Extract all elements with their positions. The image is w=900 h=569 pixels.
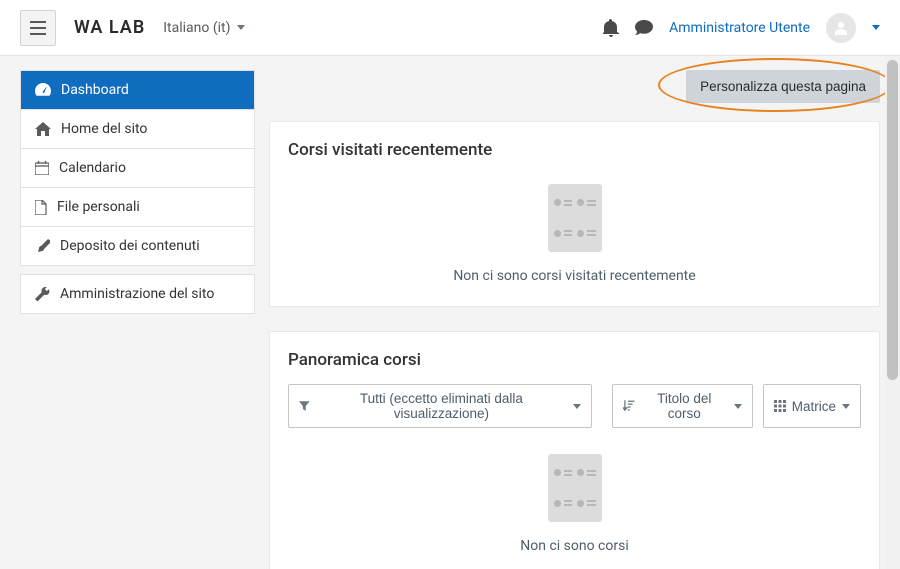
sidebar-item-label: Dashboard (61, 82, 129, 98)
menu-toggle-button[interactable] (20, 10, 56, 46)
sidebar-item-admin[interactable]: Amministrazione del sito (21, 275, 254, 314)
overview-empty: Non ci sono corsi (520, 538, 628, 554)
sidebar-item-dashboard[interactable]: Dashboard (21, 71, 254, 110)
overview-filter-button[interactable]: Tutti (eccetto eliminati dalla visualizz… (288, 384, 592, 428)
empty-placeholder-icon (548, 454, 602, 522)
customize-page-button[interactable]: Personalizza questa pagina (686, 70, 880, 103)
filter-all-label: Tutti (eccetto eliminati dalla visualizz… (316, 391, 568, 421)
user-name-link[interactable]: Amministratore Utente (669, 20, 810, 36)
scrollbar-thumb[interactable] (887, 60, 898, 380)
course-overview-title: Panoramica corsi (288, 350, 861, 370)
language-select[interactable]: Italiano (it) (163, 20, 244, 36)
sidebar-item-label: File personali (57, 199, 140, 215)
sidebar-item-label: Amministrazione del sito (60, 286, 214, 302)
recent-courses-empty: Non ci sono corsi visitati recentemente (453, 268, 695, 284)
recent-courses-title: Corsi visitati recentemente (288, 140, 861, 160)
chevron-down-icon (573, 404, 581, 409)
hamburger-icon (30, 21, 46, 35)
sidebar-item-label: Home del sito (61, 121, 147, 137)
bell-icon[interactable] (603, 19, 619, 37)
user-icon (832, 19, 850, 37)
user-menu-caret[interactable] (872, 25, 880, 30)
tachometer-icon (35, 83, 51, 97)
filter-icon (299, 401, 310, 412)
home-icon (35, 122, 51, 136)
sidebar-item-files[interactable]: File personali (21, 188, 254, 227)
language-label: Italiano (it) (163, 20, 230, 36)
sidebar-item-calendar[interactable]: Calendario (21, 149, 254, 188)
sidebar-item-home[interactable]: Home del sito (21, 110, 254, 149)
overview-sort-button[interactable]: Titolo del corso (612, 384, 752, 428)
course-overview-card: Panoramica corsi Tutti (eccetto eliminat… (269, 331, 880, 569)
brush-icon (35, 239, 50, 254)
calendar-icon (35, 161, 49, 175)
filter-view-label: Matrice (792, 399, 836, 414)
grid-icon (774, 400, 786, 412)
chevron-down-icon (237, 25, 245, 30)
sidebar-item-contentbank[interactable]: Deposito dei contenuti (21, 227, 254, 266)
recent-courses-card: Corsi visitati recentemente Non ci sono … (269, 121, 880, 307)
sidebar-item-label: Calendario (59, 160, 126, 176)
sort-icon (623, 400, 634, 412)
chevron-down-icon (842, 404, 850, 409)
sidebar-nav: Dashboard Home del sito Calendario File … (20, 70, 255, 266)
empty-placeholder-icon (548, 184, 602, 252)
scrollbar[interactable] (885, 56, 900, 569)
file-icon (35, 200, 47, 215)
sidebar-item-label: Deposito dei contenuti (60, 238, 200, 254)
avatar[interactable] (826, 13, 856, 43)
wrench-icon (35, 287, 50, 302)
site-brand[interactable]: WA LAB (74, 17, 145, 38)
filter-sort-label: Titolo del corso (641, 391, 728, 421)
chat-icon[interactable] (635, 20, 653, 36)
overview-view-button[interactable]: Matrice (763, 384, 861, 428)
chevron-down-icon (734, 404, 742, 409)
